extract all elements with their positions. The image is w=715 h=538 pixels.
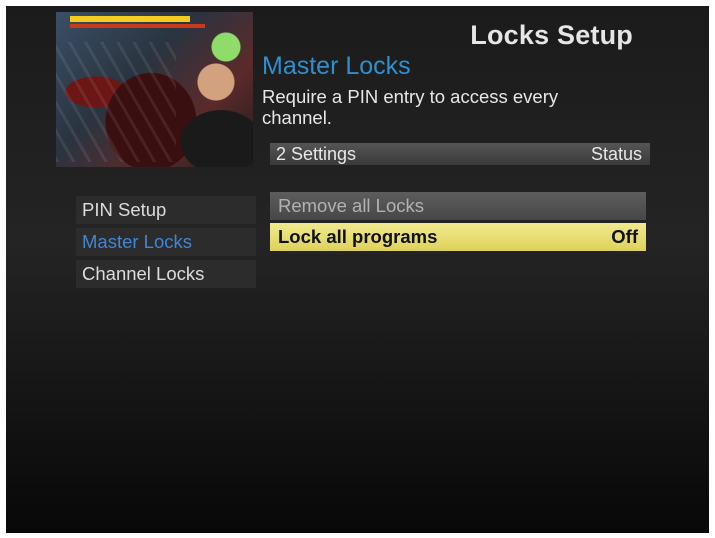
menu-item-master-locks[interactable]: Master Locks (76, 228, 256, 256)
settings-header: 2 Settings Status (270, 143, 650, 165)
option-label: Remove all Locks (278, 195, 425, 216)
locks-menu: PIN Setup Master Locks Channel Locks (76, 196, 256, 292)
option-label: Lock all programs (278, 226, 438, 247)
video-ticker-bar (70, 16, 190, 22)
option-status-value: Off (611, 226, 638, 247)
settings-list: Remove all Locks Lock all programs Off (270, 192, 646, 254)
section-title: Master Locks (262, 52, 411, 80)
screen-title: Locks Setup (470, 20, 633, 50)
live-video-preview (56, 12, 253, 167)
video-ticker-bar-secondary (70, 24, 205, 28)
settings-count: 2 Settings (276, 144, 357, 164)
option-lock-all-programs[interactable]: Lock all programs Off (270, 223, 646, 251)
menu-item-pin-setup[interactable]: PIN Setup (76, 196, 256, 224)
option-remove-all-locks[interactable]: Remove all Locks (270, 192, 646, 220)
section-description: Require a PIN entry to access every chan… (262, 86, 559, 128)
menu-item-channel-locks[interactable]: Channel Locks (76, 260, 256, 288)
tv-screen: Locks Setup Master Locks Require a PIN e… (6, 6, 709, 533)
video-frame-detail (56, 42, 176, 162)
status-column-header: Status (590, 144, 642, 164)
